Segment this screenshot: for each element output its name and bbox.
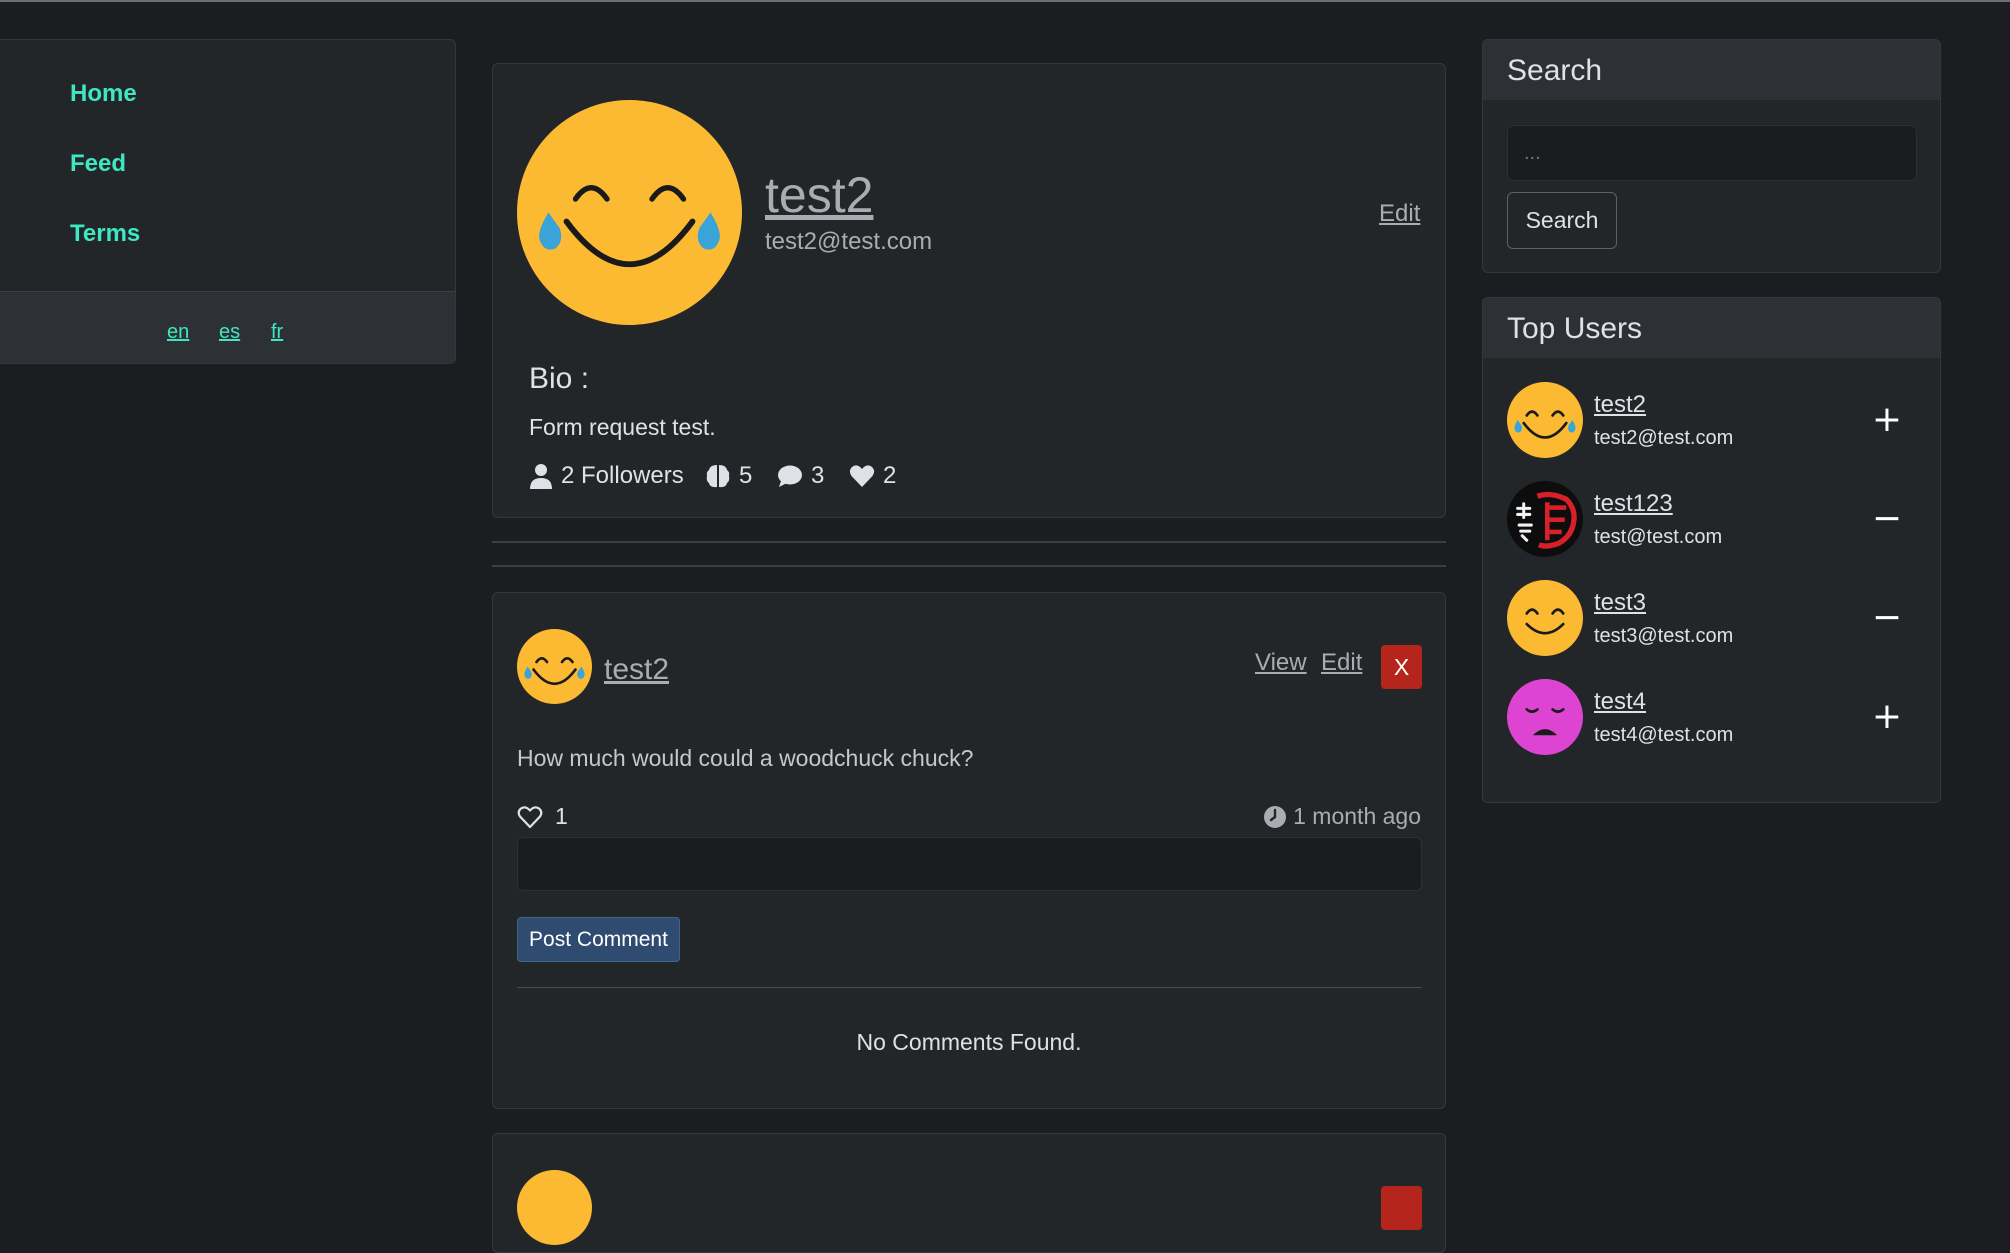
top-user-email: test2@test.com bbox=[1594, 427, 1734, 449]
likes-stat: 2 bbox=[849, 462, 896, 490]
heart-outline-icon bbox=[517, 805, 543, 828]
panel-header: Search bbox=[1483, 40, 1940, 100]
likes-count: 2 bbox=[883, 462, 897, 489]
heart-icon bbox=[849, 465, 875, 487]
lang-fr-link[interactable]: fr bbox=[271, 321, 283, 344]
post-likes-count: 1 bbox=[555, 803, 568, 829]
search-panel: Search Search bbox=[1482, 39, 1941, 273]
profile-email: test2@test.com bbox=[765, 228, 933, 255]
top-users-panel: Top Users test2 test2@test.com + test123… bbox=[1482, 297, 1941, 803]
post-delete-button[interactable]: X bbox=[1381, 645, 1422, 689]
profile-username-link[interactable]: test2 bbox=[765, 166, 873, 224]
search-input[interactable] bbox=[1507, 125, 1917, 181]
post-like-button[interactable]: 1 bbox=[517, 803, 568, 830]
followers-stat[interactable]: 2 Followers bbox=[529, 462, 684, 490]
post-card: test2 View Edit X How much would could a… bbox=[492, 592, 1446, 1109]
panel-header: Top Users bbox=[1483, 298, 1940, 358]
lang-es-link[interactable]: es bbox=[219, 321, 240, 344]
top-user-name-link[interactable]: test3 bbox=[1594, 589, 1646, 617]
post-edit-link[interactable]: Edit bbox=[1321, 649, 1362, 677]
top-user-row: test4 test4@test.com + bbox=[1507, 679, 1917, 757]
comment-textarea[interactable] bbox=[517, 837, 1422, 891]
divider bbox=[517, 987, 1422, 988]
language-bar: en es fr bbox=[0, 291, 455, 363]
bio-label: Bio : bbox=[529, 362, 590, 395]
follow-plus-icon[interactable]: + bbox=[1867, 399, 1907, 440]
speech-bubble-icon bbox=[778, 465, 802, 487]
laughing-tears-emoji-avatar bbox=[1507, 382, 1583, 458]
laughing-tears-emoji-avatar bbox=[517, 100, 742, 325]
posts-stat: 5 bbox=[705, 462, 752, 490]
unfollow-minus-icon[interactable]: − bbox=[1867, 498, 1907, 539]
top-user-name-link[interactable]: test123 bbox=[1594, 490, 1673, 518]
brain-icon bbox=[706, 465, 730, 488]
lang-en-link[interactable]: en bbox=[167, 321, 189, 344]
post-body: How much would could a woodchuck chuck? bbox=[517, 745, 974, 771]
top-user-row: test123 test@test.com − bbox=[1507, 481, 1917, 559]
unfollow-minus-icon[interactable]: − bbox=[1867, 597, 1907, 638]
post-delete-button[interactable] bbox=[1381, 1186, 1422, 1230]
divider bbox=[492, 565, 1446, 567]
left-sidebar: Home Feed Terms en es fr bbox=[0, 39, 456, 364]
post-card bbox=[492, 1133, 1446, 1253]
posts-count: 5 bbox=[739, 462, 753, 489]
user-icon bbox=[530, 464, 552, 489]
post-author-link[interactable]: test2 bbox=[604, 653, 669, 687]
top-user-row: test2 test2@test.com + bbox=[1507, 382, 1917, 460]
post-view-link[interactable]: View bbox=[1255, 649, 1307, 677]
no-comments-message: No Comments Found. bbox=[856, 1029, 1082, 1055]
top-user-email: test@test.com bbox=[1594, 526, 1723, 548]
laughing-tears-emoji-avatar bbox=[517, 1170, 592, 1245]
top-user-name-link[interactable]: test2 bbox=[1594, 391, 1646, 419]
laughing-tears-emoji-avatar bbox=[517, 629, 592, 704]
top-user-email: test3@test.com bbox=[1594, 625, 1734, 647]
sad-emoji-avatar bbox=[1507, 679, 1583, 755]
search-title: Search bbox=[1507, 54, 1603, 87]
profile-edit-link[interactable]: Edit bbox=[1379, 200, 1420, 228]
divider bbox=[492, 541, 1446, 543]
follow-plus-icon[interactable]: + bbox=[1867, 696, 1907, 737]
nav-terms-link[interactable]: Terms bbox=[70, 220, 140, 248]
profile-card: test2 test2@test.com Edit Bio : Form req… bbox=[492, 63, 1446, 518]
comments-stat: 3 bbox=[777, 462, 824, 490]
top-user-row: test3 test3@test.com − bbox=[1507, 580, 1917, 658]
comments-count: 3 bbox=[811, 462, 825, 489]
top-border bbox=[0, 0, 2010, 2]
nav-feed-link[interactable]: Feed bbox=[70, 150, 126, 178]
top-user-name-link[interactable]: test4 bbox=[1594, 688, 1646, 716]
bio-text: Form request test. bbox=[529, 414, 716, 440]
calligraphy-logo-avatar bbox=[1507, 481, 1583, 557]
top-user-email: test4@test.com bbox=[1594, 724, 1734, 746]
clock-icon bbox=[1264, 805, 1287, 828]
smiling-emoji-avatar bbox=[1507, 580, 1583, 656]
search-button[interactable]: Search bbox=[1507, 192, 1617, 249]
post-time-text: 1 month ago bbox=[1293, 803, 1421, 829]
nav-home-link[interactable]: Home bbox=[70, 80, 137, 108]
followers-count: 2 Followers bbox=[561, 462, 684, 489]
top-users-title: Top Users bbox=[1507, 312, 1643, 345]
post-comment-button[interactable]: Post Comment bbox=[517, 917, 680, 962]
post-timestamp: 1 month ago bbox=[1263, 803, 1421, 830]
